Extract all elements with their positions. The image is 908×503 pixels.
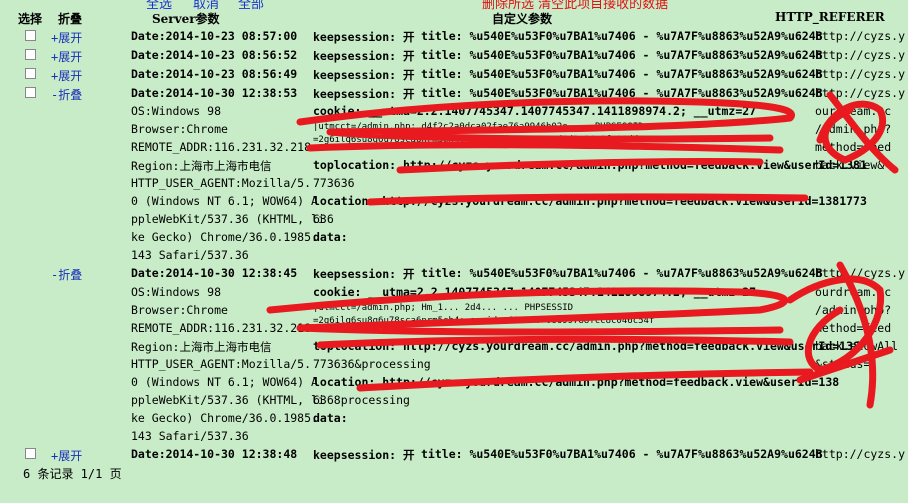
row-keepsession: keepsession: 开 [313, 30, 415, 44]
header-fold: 折叠 [58, 12, 83, 26]
cookie-value: cookie: __utma=2.2.1407745347.1407745347… [313, 285, 757, 299]
row-date: Date:2014-10-23 08:57:00 [131, 29, 298, 43]
row-checkbox[interactable] [25, 49, 36, 60]
user-agent-value: 143 Safari/537.36 [131, 429, 249, 443]
expand-toggle[interactable]: +展开 [51, 447, 82, 464]
toplocation-value: toplocation: http://cyzs.yourdream.cc/ad… [313, 339, 860, 353]
row-referer: http://cyzs.y [815, 86, 906, 100]
row-checkbox[interactable] [25, 448, 36, 459]
row-date: Date:2014-10-30 12:38:45 [131, 266, 298, 280]
user-agent-value: ppleWebKit/537.36 (KHTML, li [131, 212, 325, 226]
row-checkbox[interactable] [25, 30, 36, 41]
expand-toggle[interactable]: +展开 [51, 48, 82, 65]
row-date: Date:2014-10-30 12:38:53 [131, 86, 298, 100]
location-value: 6368processing [313, 393, 410, 407]
row-checkbox[interactable] [25, 68, 36, 79]
user-agent-value: ke Gecko) Chrome/36.0.1985. [131, 411, 318, 425]
row-title: title: %u540E%u53F0%u7BA1%u7406 - %u7A7F… [421, 48, 823, 62]
row-title: title: %u540E%u53F0%u7BA1%u7406 - %u7A7F… [421, 67, 823, 81]
row-referer: http://cyzs.y [815, 48, 906, 62]
all-link[interactable]: 全部 [238, 0, 264, 12]
data-label: data: [313, 230, 348, 244]
user-agent-value: 0 (Windows NT 6.1; WOW64) A [131, 194, 318, 208]
referer-value: method=feed [815, 140, 892, 154]
remote-addr-value: REMOTE_ADDR:116.231.32.218 [131, 321, 312, 335]
row-date: Date:2014-10-23 08:56:49 [131, 67, 298, 81]
toplocation-value: toplocation: http://cyzs.yourdream.cc/ad… [313, 158, 867, 172]
expand-toggle[interactable]: +展开 [51, 29, 82, 46]
row-title: title: %u540E%u53F0%u7BA1%u7406 - %u7A7F… [421, 266, 823, 280]
user-agent-value: HTTP_USER_AGENT:Mozilla/5. [131, 357, 312, 371]
referer-value: /admin.php? [815, 122, 892, 136]
row-keepsession: keepsession: 开 [313, 448, 415, 462]
toplocation-value: 773636&processing [313, 357, 431, 371]
toplocation-value: 773636 [313, 176, 355, 190]
row-keepsession: keepsession: 开 [313, 49, 415, 63]
location-value: location: http://cyzs.yourdream.cc/admin… [313, 194, 867, 208]
cookie-value: =2g6ilq6su8g6u78sca6nrm5ch4; amvid=d3285… [313, 135, 644, 145]
os-value: OS:Windows 98 [131, 104, 222, 118]
row-referer: http://cyzs.y [815, 67, 906, 81]
row-keepsession: keepsession: 开 [313, 87, 415, 101]
user-agent-value: 0 (Windows NT 6.1; WOW64) A [131, 375, 318, 389]
expand-toggle[interactable]: +展开 [51, 67, 82, 84]
row-title: title: %u540E%u53F0%u7BA1%u7406 - %u7A7F… [421, 86, 823, 100]
referer-value: ourdream.cc [815, 285, 892, 299]
header-referer: HTTP_REFERER [775, 10, 885, 24]
user-agent-value: ppleWebKit/537.36 (KHTML, li [131, 393, 325, 407]
referer-value: method=feed [815, 321, 892, 335]
row-date: Date:2014-10-30 12:38:48 [131, 447, 298, 461]
user-agent-value: ke Gecko) Chrome/36.0.1985. [131, 230, 318, 244]
data-label: data: [313, 411, 348, 425]
header-select: 选择 [18, 12, 43, 26]
location-value: location: http://cyzs.yourdream.cc/admin… [313, 375, 840, 389]
pagination-summary: 6 条记录 1/1 页 [23, 467, 122, 481]
referer-value: back.showAll [815, 339, 899, 353]
location-value: 636 [313, 212, 334, 226]
remote-addr-value: REMOTE_ADDR:116.231.32.218 [131, 140, 312, 154]
referer-value: /admin.php? [815, 303, 892, 317]
row-title: title: %u540E%u53F0%u7BA1%u7406 - %u7A7F… [421, 29, 823, 43]
cookie-value: =2g6ilq6su8g6u78sca6nrm5ch4; amvid=e691.… [313, 316, 655, 326]
referer-value: ourdream.cc [815, 104, 892, 118]
region-value: Region:上海市上海市电信 [131, 340, 272, 354]
cookie-value: |utmcct=/admin.php; d4f2c2a0dca02fae76a9… [313, 122, 644, 132]
referer-value: &status= [815, 357, 871, 371]
user-agent-value: 143 Safari/537.36 [131, 248, 249, 262]
cookie-value: |utmcct=/admin.php; Hm_1... 2d4... ... P… [313, 303, 574, 313]
user-agent-value: HTTP_USER_AGENT:Mozilla/5. [131, 176, 312, 190]
header-server-params: Server参数 [152, 12, 220, 26]
row-referer: http://cyzs.y [815, 266, 906, 280]
os-value: OS:Windows 98 [131, 285, 222, 299]
cookie-value: cookie: __utma=2.2.1407745347.1407745347… [313, 104, 757, 118]
collapse-toggle[interactable]: -折叠 [51, 86, 82, 103]
referer-value: back.view& [815, 158, 885, 172]
row-date: Date:2014-10-23 08:56:52 [131, 48, 298, 62]
row-referer: http://cyzs.y [815, 447, 906, 461]
row-referer: http://cyzs.y [815, 29, 906, 43]
header-custom-params: 自定义参数 [492, 12, 553, 26]
row-keepsession: keepsession: 开 [313, 68, 415, 82]
row-checkbox[interactable] [25, 87, 36, 98]
row-title: title: %u540E%u53F0%u7BA1%u7406 - %u7A7F… [421, 447, 823, 461]
row-keepsession: keepsession: 开 [313, 267, 415, 281]
collapse-toggle[interactable]: -折叠 [51, 266, 82, 283]
region-value: Region:上海市上海市电信 [131, 159, 272, 173]
browser-value: Browser:Chrome [131, 303, 228, 317]
browser-value: Browser:Chrome [131, 122, 228, 136]
